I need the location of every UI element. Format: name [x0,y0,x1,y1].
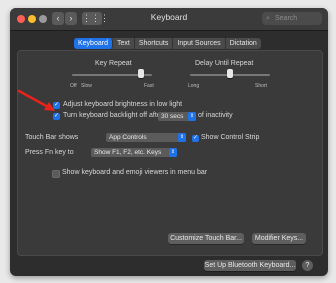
keyboard-preferences-window: ‹ › ⋮⋮⋮ Keyboard ⌕ Search Keyboard Text … [10,8,328,276]
delay-until-repeat-slider[interactable] [227,69,233,78]
touch-bar-shows-popup[interactable]: App Controls ⇕ [106,133,186,142]
backlight-timeout-value: 30 secs [161,113,184,120]
search-placeholder: Search [275,15,298,22]
search-field[interactable]: ⌕ Search [262,12,322,25]
backlight-off-label: Turn keyboard backlight off after [63,112,163,119]
key-repeat-off-label: Off [70,83,77,89]
customize-touch-bar-button[interactable]: Customize Touch Bar... [168,233,244,244]
chevron-updown-icon: ⇕ [169,148,177,157]
touch-bar-shows-value: App Controls [109,134,147,141]
help-button[interactable]: ? [302,260,313,271]
key-repeat-fast-label: Fast [144,83,154,89]
adjust-brightness-label: Adjust keyboard brightness in low light [63,101,183,108]
search-icon: ⌕ [266,15,270,22]
tab-shortcuts[interactable]: Shortcuts [135,38,174,49]
modifier-keys-button[interactable]: Modifier Keys... [252,233,306,244]
delay-long-label: Long [188,83,200,89]
show-control-strip-label: Show Control Strip [201,134,260,141]
key-repeat-slider[interactable] [137,69,144,78]
show-viewers-label: Show keyboard and emoji viewers in menu … [62,169,208,176]
tab-input-sources[interactable]: Input Sources [173,38,226,49]
key-repeat-slow-label: Slow [81,83,92,89]
set-up-bluetooth-keyboard-button[interactable]: Set Up Bluetooth Keyboard... [204,260,296,271]
title-bar: ‹ › ⋮⋮⋮ Keyboard ⌕ Search [10,8,328,31]
delay-short-label: Short [255,83,267,89]
press-fn-value: Show F1, F2, etc. Keys [94,149,162,156]
tab-keyboard[interactable]: Keyboard [74,38,113,49]
show-control-strip-checkbox[interactable]: ✓ [192,135,199,142]
press-fn-popup[interactable]: Show F1, F2, etc. Keys ⇕ [91,148,177,157]
tab-dictation[interactable]: Dictation [226,38,261,49]
adjust-brightness-checkbox[interactable]: ✓ [53,102,60,109]
show-viewers-checkbox[interactable] [52,170,60,178]
backlight-timeout-popup[interactable]: 30 secs ⇕ [158,112,196,121]
preferences-tabs: Keyboard Text Shortcuts Input Sources Di… [74,38,261,49]
key-repeat-label: Key Repeat [95,60,132,67]
touch-bar-shows-label: Touch Bar shows [25,134,79,141]
chevron-updown-icon: ⇕ [178,133,186,142]
delay-until-repeat-label: Delay Until Repeat [195,60,254,67]
backlight-off-checkbox[interactable]: ✓ [53,113,60,120]
inactivity-label: of inactivity [198,112,233,119]
red-arrow-annotation [17,89,55,111]
tab-text[interactable]: Text [113,38,135,49]
press-fn-label: Press Fn key to [25,149,74,156]
chevron-updown-icon: ⇕ [188,112,196,121]
